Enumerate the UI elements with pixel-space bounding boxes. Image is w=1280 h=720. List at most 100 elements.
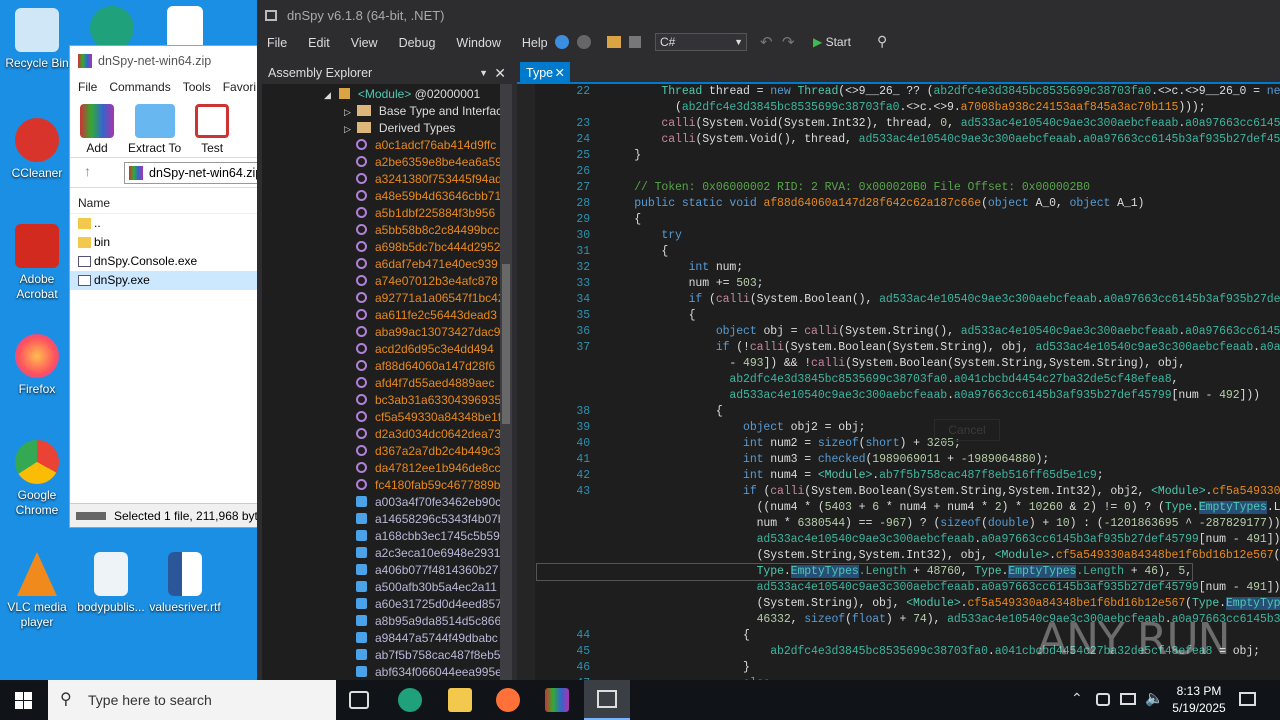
tree-node-field[interactable]: a98447a5744f49dbabc [356, 630, 498, 647]
tree-node-folder[interactable]: ▷ Derived Types [344, 120, 455, 137]
desktop-icon-vlc[interactable]: VLC media player [0, 552, 74, 630]
tree-node-method[interactable]: d367a2a7db2c4b449c3 [356, 443, 500, 460]
close-icon[interactable]: ✕ [494, 62, 506, 84]
menu-help[interactable]: Help [522, 36, 548, 50]
menu-commands[interactable]: Commands [109, 76, 170, 98]
forward-icon[interactable] [577, 35, 591, 49]
tree-node-method[interactable]: da47812ee1b946de8cc [356, 460, 500, 477]
close-tab-icon[interactable]: ✕ [555, 62, 565, 84]
tree-node-method[interactable]: acd2d6d95c3e4dd494 [356, 341, 494, 358]
tree-node-method[interactable]: bc3ab31a63304396935 [356, 392, 501, 409]
winrar-titlebar[interactable]: dnSpy-net-win64.zip [70, 46, 258, 76]
tree-node-field[interactable]: ab7f5b758cac487f8eb5 [356, 647, 500, 664]
menu-file[interactable]: File [267, 36, 287, 50]
tree-node-method[interactable]: a0c1adcf76ab414d9ffc [356, 137, 496, 154]
desktop-icon-google-chrome[interactable]: Google Chrome [0, 440, 74, 518]
edge-taskbar-icon[interactable] [398, 688, 422, 712]
menu-edit[interactable]: Edit [308, 36, 330, 50]
firefox-taskbar-icon[interactable] [496, 688, 520, 712]
open-list-icon[interactable] [629, 36, 641, 48]
tray-chevron-icon[interactable]: ⌃ [1071, 690, 1083, 707]
tree-node-method[interactable]: a5b1dbf225884f3b956 [356, 205, 495, 222]
file-row[interactable]: .. [70, 214, 258, 233]
address-field[interactable]: dnSpy-net-win64.zip [124, 162, 258, 184]
taskbar-search-box[interactable]: ⚲ Type here to search [48, 680, 336, 720]
tree-node-field[interactable]: abf634f066044eea995e [356, 664, 502, 680]
add-button[interactable]: Add [80, 104, 114, 157]
language-select[interactable]: C# ▼ [655, 33, 747, 51]
tree-node-method[interactable]: a92771a1a06547f1bc42 [356, 290, 504, 307]
tree-node-method[interactable]: a2be6359e8be4ea6a59 [356, 154, 502, 171]
tree-node-method[interactable]: d2a3d034dc0642dea73 [356, 426, 501, 443]
tree-node-field[interactable]: a2c3eca10e6948e2931 [356, 545, 500, 562]
tree-node-method[interactable]: fc4180fab59c4677889b [356, 477, 500, 494]
winrar-taskbar-icon[interactable] [545, 688, 569, 712]
back-icon[interactable] [555, 35, 569, 49]
file-row-selected[interactable]: dnSpy.exe [70, 271, 258, 290]
start-debug-button[interactable]: ▶ Start [813, 33, 851, 51]
dnspy-titlebar[interactable]: dnSpy v6.1.8 (64-bit, .NET) [257, 0, 1280, 30]
method-name: d2a3d034dc0642dea73 [375, 427, 502, 441]
clock[interactable]: 8:13 PM 5/19/2025 [1168, 683, 1230, 717]
field-name: abf634f066044eea995e [375, 665, 502, 679]
folder-icon [356, 105, 371, 116]
tree-node-field[interactable]: a60e31725d0d4eed857 [356, 596, 502, 613]
tree-node-method[interactable]: a698b5dc7bc444d2952 [356, 239, 500, 256]
code-token: ) == [845, 517, 880, 530]
tree-node-field[interactable]: a8b95a9da8514d5c866 [356, 613, 501, 630]
tree-node-method[interactable]: a48e59b4d63646cbb71 [356, 188, 501, 205]
redo-icon[interactable]: ↷ [782, 33, 795, 51]
extract-to-button[interactable]: Extract To [128, 104, 181, 157]
undo-icon[interactable]: ↶ [760, 33, 773, 51]
task-view-icon[interactable] [349, 691, 369, 709]
tree-node-method[interactable]: aa611fe2c56443dead3 [356, 307, 497, 324]
tree-node-method[interactable]: a6daf7eb471e40ec939 [356, 256, 498, 273]
column-name-header[interactable]: Name [70, 188, 258, 214]
tree-node-method[interactable]: aba99ac13073427dac9 [356, 324, 500, 341]
panel-dropdown-icon[interactable]: ▼ [479, 62, 488, 84]
file-explorer-icon[interactable] [448, 688, 472, 712]
tree-scrollbar[interactable] [500, 84, 512, 680]
up-arrow-icon[interactable]: ↑ [84, 163, 91, 179]
desktop-icon-bodypublis[interactable]: bodypublis... [74, 552, 148, 615]
menu-tools[interactable]: Tools [183, 76, 211, 98]
open-folder-icon[interactable] [607, 36, 621, 48]
windows-start-icon[interactable] [15, 692, 32, 709]
tab-type[interactable]: Type ✕ [520, 62, 570, 84]
tree-node-field[interactable]: a003a4f70fe3462eb90c [356, 494, 501, 511]
tree-node-method[interactable]: a5bb58b8c2c84499bcc [356, 222, 499, 239]
desktop-icon-adobe-acrobat[interactable]: Adobe Acrobat [0, 224, 74, 302]
menu-favorites[interactable]: Favori [223, 76, 256, 98]
tree-node-module[interactable]: ◢ <Module> @02000001 [324, 86, 480, 103]
code-editor[interactable]: 22 Thread thread = new Thread(<>9__26_ ?… [517, 84, 1280, 680]
tree-node-folder[interactable]: ▷ Base Type and Interfaces [344, 103, 505, 120]
dnspy-taskbar-button-active[interactable] [584, 680, 630, 720]
scrollbar-thumb[interactable] [502, 264, 510, 424]
file-row[interactable]: bin [70, 233, 258, 252]
tree-node-method[interactable]: af88d64060a147d28f6 [356, 358, 495, 375]
menu-file[interactable]: File [78, 76, 97, 98]
desktop-icon-valuesriver[interactable]: valuesriver.rtf [148, 552, 222, 615]
menu-window[interactable]: Window [456, 36, 500, 50]
tree-node-field[interactable]: a168cbb3ec1745c5b59 [356, 528, 500, 545]
desktop-icon-ccleaner[interactable]: CCleaner [0, 118, 74, 181]
file-row[interactable]: dnSpy.Console.exe [70, 252, 258, 271]
tree-node-method[interactable]: a74e07012b3e4afc878 [356, 273, 498, 290]
menu-view[interactable]: View [351, 36, 378, 50]
tree-node-field[interactable]: a500afb30b5a4ec2a11 [356, 579, 497, 596]
desktop-icon-firefox[interactable]: Firefox [0, 334, 74, 397]
volume-icon[interactable]: 🔈 [1145, 689, 1164, 707]
test-button[interactable]: Test [195, 104, 230, 157]
tree-node-method[interactable]: afd4f7d55aed4889aec [356, 375, 494, 392]
tree-node-method[interactable]: a3241380f753445f94ad [356, 171, 502, 188]
tree-node-field[interactable]: a14658296c5343f4b07b [356, 511, 504, 528]
search-icon[interactable]: ⚲ [877, 33, 887, 51]
tree-node-method[interactable]: cf5a549330a84348be1f [356, 409, 501, 426]
desktop-icon-recycle-bin[interactable]: Recycle Bin [0, 8, 74, 71]
meet-now-icon[interactable] [1096, 693, 1110, 706]
tree-node-field[interactable]: a406b077f4814360b27 [356, 562, 498, 579]
notifications-icon[interactable] [1239, 692, 1256, 706]
menu-debug[interactable]: Debug [399, 36, 436, 50]
network-icon[interactable] [1120, 693, 1136, 705]
